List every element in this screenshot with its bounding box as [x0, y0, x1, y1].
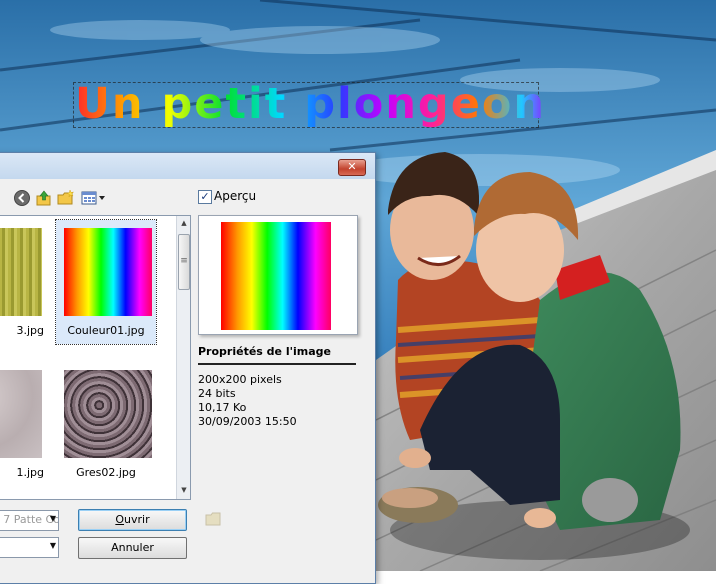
up-folder-icon[interactable]: [35, 189, 53, 207]
file-type-combo[interactable]: ▼: [0, 537, 59, 558]
file-name: 1.jpg: [16, 466, 44, 479]
thumbnail-image: [0, 370, 42, 458]
filename-combo[interactable]: e 7 Patte Couleur0 ▼: [0, 510, 59, 531]
list-item-selected[interactable]: Couleur01.jpg: [55, 219, 157, 345]
view-menu-icon[interactable]: [81, 189, 107, 207]
scroll-grip-icon: ≡: [180, 256, 188, 266]
open-button-label: uvrir: [124, 513, 150, 526]
open-image-dialog: ✕ ✓ Aperçu 3.jpg Couleur01.jpg 1.jpg Gre…: [0, 152, 376, 584]
dialog-titlebar[interactable]: ✕: [0, 153, 375, 179]
file-name: Couleur01.jpg: [67, 324, 145, 337]
open-button-mnemonic: O: [115, 513, 125, 526]
image-properties: 200x200 pixels 24 bits 10,17 Ko 30/09/20…: [198, 373, 358, 429]
list-item[interactable]: Gres02.jpg: [56, 362, 156, 486]
list-item[interactable]: 1.jpg: [0, 362, 46, 486]
preview-image: [221, 222, 331, 330]
preview-label: Aperçu: [214, 189, 257, 203]
preview-pane: [198, 215, 358, 335]
image-file-size: 10,17 Ko: [198, 401, 247, 414]
properties-divider: [198, 363, 356, 365]
new-folder-icon[interactable]: [57, 189, 75, 207]
image-date: 30/09/2003 15:50: [198, 415, 297, 428]
rainbow-title-text[interactable]: Un petit plongeon ?: [75, 76, 588, 132]
image-properties-title: Propriétés de l'image: [198, 345, 331, 358]
back-arrow-icon[interactable]: [13, 189, 31, 207]
open-button[interactable]: Ouvrir: [78, 509, 187, 531]
scroll-down-icon[interactable]: ▼: [179, 486, 189, 494]
thumbnail-image: [0, 228, 42, 316]
chevron-down-icon[interactable]: ▼: [50, 541, 56, 550]
chevron-down-icon[interactable]: ▼: [50, 514, 56, 523]
thumbnail-image: [64, 370, 152, 458]
close-button[interactable]: ✕: [338, 159, 366, 176]
file-name: 3.jpg: [16, 324, 44, 337]
file-list[interactable]: 3.jpg Couleur01.jpg 1.jpg Gres02.jpg ≡ ▲…: [0, 215, 191, 500]
image-dimensions: 200x200 pixels: [198, 373, 282, 386]
image-bit-depth: 24 bits: [198, 387, 236, 400]
thumbnail-image: [64, 228, 152, 316]
list-item[interactable]: 3.jpg: [0, 220, 46, 344]
preview-checkbox[interactable]: ✓: [198, 190, 212, 204]
scrollbar-thumb[interactable]: ≡: [178, 234, 190, 290]
toolbar: [1, 189, 121, 209]
cancel-button[interactable]: Annuler: [78, 537, 187, 559]
folder-icon: [205, 512, 223, 526]
scroll-up-icon[interactable]: ▲: [179, 219, 189, 227]
file-name: Gres02.jpg: [76, 466, 136, 479]
